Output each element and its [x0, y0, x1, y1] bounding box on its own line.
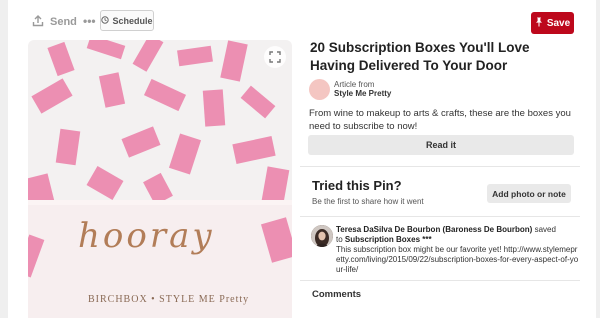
saver-activity: Teresa DaSilva De Bourbon (Baroness De B…	[336, 225, 580, 275]
read-it-button[interactable]: Read it	[308, 135, 574, 155]
confetti-shape	[177, 45, 213, 67]
schedule-label: Schedule	[112, 15, 153, 26]
confetti-shape	[132, 40, 164, 72]
more-options-button[interactable]: •••	[83, 13, 99, 29]
source-name[interactable]: Style Me Pretty	[334, 89, 391, 98]
saver-to-word: to	[336, 235, 343, 244]
box-lettering: hooray	[78, 216, 215, 256]
schedule-button[interactable]: Schedule	[100, 10, 154, 31]
confetti-shape	[121, 126, 161, 158]
confetti-shape	[143, 78, 187, 112]
divider	[300, 280, 580, 281]
share-icon	[32, 14, 44, 30]
send-label: Send	[50, 16, 77, 28]
avatar[interactable]	[311, 225, 333, 247]
saver-action: saved	[534, 225, 556, 234]
source-avatar[interactable]	[309, 79, 330, 100]
confetti-shape	[98, 72, 126, 108]
confetti-shape	[202, 89, 226, 127]
saver-note: This subscription box might be our favor…	[336, 245, 579, 274]
pin-title[interactable]: 20 Subscription Boxes You'll Love Having…	[310, 39, 578, 75]
pin-image[interactable]: hooray BIRCHBOX • STYLE ME Pretty	[28, 40, 292, 318]
tried-pin-heading: Tried this Pin?	[312, 178, 402, 193]
divider	[300, 166, 580, 167]
expand-icon[interactable]	[264, 46, 286, 68]
box-brand-text: BIRCHBOX • STYLE ME Pretty	[88, 294, 250, 305]
confetti-shape	[86, 40, 126, 60]
clock-icon	[101, 15, 110, 26]
confetti-shape	[55, 128, 81, 166]
add-photo-button[interactable]: Add photo or note	[487, 184, 571, 203]
send-button[interactable]: Send	[32, 14, 77, 30]
confetti-shape	[220, 40, 248, 82]
comments-heading: Comments	[312, 289, 362, 300]
pin-description: From wine to makeup to arts & crafts, th…	[309, 108, 571, 132]
confetti-shape	[31, 78, 73, 114]
board-name[interactable]: Subscription Boxes ***	[345, 235, 432, 244]
source-prefix: Article from	[334, 80, 375, 89]
confetti-shape	[168, 133, 202, 175]
confetti-shape	[232, 136, 276, 164]
confetti-shape	[86, 165, 124, 201]
divider	[300, 216, 580, 217]
pin-icon	[535, 17, 543, 30]
save-button[interactable]: Save	[531, 12, 574, 34]
tried-pin-subtitle: Be the first to share how it went	[312, 197, 424, 206]
saver-name[interactable]: Teresa DaSilva De Bourbon (Baroness De B…	[336, 225, 532, 234]
confetti-shape	[47, 41, 75, 77]
save-label: Save	[546, 17, 571, 29]
confetti-shape	[240, 85, 276, 119]
